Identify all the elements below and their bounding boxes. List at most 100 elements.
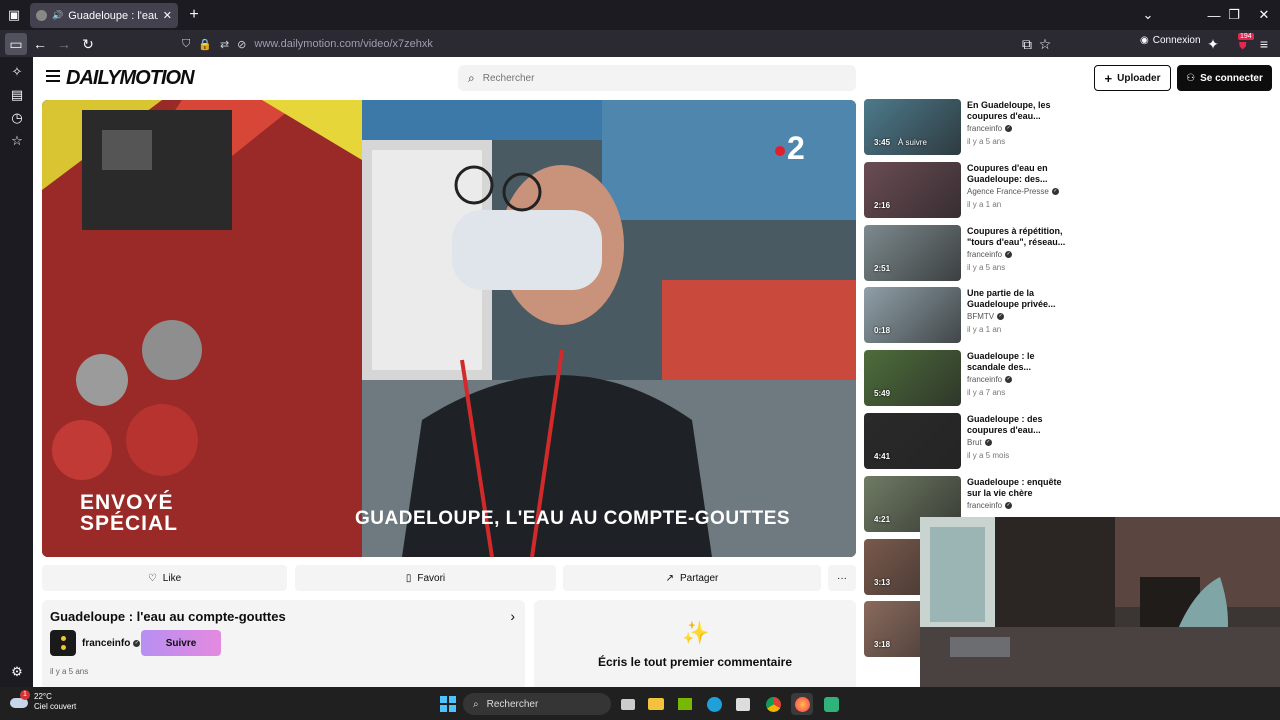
related-channel[interactable]: franceinfo ✓ bbox=[967, 250, 1013, 259]
permissions-icon[interactable]: ⇄ bbox=[220, 38, 229, 51]
channel-avatar[interactable] bbox=[50, 630, 76, 656]
reload-button[interactable]: ↻ bbox=[77, 33, 99, 55]
related-thumbnail[interactable]: 5:49 bbox=[864, 350, 961, 407]
close-tab-icon[interactable]: ✕ bbox=[163, 9, 172, 22]
shield-icon[interactable]: ⛉ bbox=[182, 38, 190, 51]
menu-icon[interactable]: ≡ bbox=[1253, 33, 1275, 55]
related-channel[interactable]: franceinfo ✓ bbox=[967, 501, 1013, 510]
related-channel[interactable]: BFMTV ✓ bbox=[967, 312, 1005, 321]
related-title[interactable]: En Guadeloupe, les coupures d'eau... bbox=[967, 100, 1072, 122]
related-title[interactable]: Coupures d'eau en Guadeloupe: des... bbox=[967, 163, 1072, 185]
related-title[interactable]: Guadeloupe : le scandale des... bbox=[967, 351, 1072, 373]
new-tab-button[interactable]: + bbox=[184, 5, 204, 25]
nvidia-icon[interactable] bbox=[674, 693, 696, 715]
upload-button[interactable]: + Uploader bbox=[1094, 65, 1171, 91]
browser-tab-active[interactable]: 🔊 Guadeloupe : l'eau au compte-gouttes ✕ bbox=[30, 3, 178, 28]
edge-icon[interactable] bbox=[703, 693, 725, 715]
ublock-extension-icon[interactable]: 194 ⛊ bbox=[1236, 33, 1254, 52]
firefox-icon[interactable] bbox=[791, 693, 813, 715]
list-all-tabs-icon[interactable]: ⌄ bbox=[1128, 0, 1168, 30]
related-title[interactable]: Une partie de la Guadeloupe privée... bbox=[967, 288, 1072, 310]
file-explorer-icon[interactable] bbox=[645, 693, 667, 715]
windows-start-icon[interactable] bbox=[437, 693, 459, 715]
related-thumbnail[interactable]: 2:16 bbox=[864, 161, 961, 218]
synced-tabs-icon[interactable]: ▤ bbox=[6, 84, 28, 106]
back-button[interactable]: ← bbox=[29, 33, 51, 55]
related-title[interactable]: Guadeloupe : enquête sur la vie chère bbox=[967, 477, 1072, 499]
related-video-item[interactable]: 2:51 Coupures à répétition, "tours d'eau"… bbox=[864, 224, 1074, 281]
weather-widget[interactable]: 1 22°C Ciel couvert bbox=[10, 690, 77, 712]
forward-button[interactable]: → bbox=[53, 33, 75, 55]
related-video-item[interactable]: 0:18 Une partie de la Guadeloupe privée..… bbox=[864, 287, 1074, 344]
related-channel[interactable]: Brut ✓ bbox=[967, 438, 992, 447]
search-icon: ⌕ bbox=[473, 698, 479, 710]
related-channel[interactable]: franceinfo ✓ bbox=[967, 124, 1013, 133]
address-bar[interactable]: ⛉ 🔒 ⇄ ⊘ www.dailymotion.com/video/x7zehx… bbox=[176, 33, 1056, 55]
extensions-icon[interactable]: ✦ bbox=[1202, 33, 1224, 55]
sidebar-toggle-icon[interactable]: ▭ bbox=[5, 33, 27, 55]
related-title[interactable]: Coupures à répétition, "tours d'eau", ré… bbox=[967, 226, 1072, 248]
related-video-item[interactable]: 4:41 Guadeloupe : des coupures d'eau... Br… bbox=[864, 413, 1074, 469]
more-options-button[interactable]: ··· bbox=[828, 565, 856, 591]
browser-nav-bar: ▭ ← → ↻ ⛉ 🔒 ⇄ ⊘ www.dailymotion.com/vide… bbox=[0, 30, 1280, 57]
video-info-card: Guadeloupe : l'eau au compte-gouttes › f… bbox=[42, 600, 525, 687]
audio-playing-icon[interactable]: 🔊 bbox=[52, 10, 63, 21]
related-video-item[interactable]: 5:49 Guadeloupe : le scandale des... franc… bbox=[864, 350, 1074, 407]
related-channel[interactable]: Agence France-Presse ✓ bbox=[967, 187, 1059, 196]
tab-list-icon[interactable]: ▣ bbox=[0, 0, 28, 30]
dailymotion-logo[interactable]: DAILYMOTION bbox=[66, 67, 195, 90]
verified-icon: ✓ bbox=[133, 640, 141, 647]
browser-tab-bar: ▣ 🔊 Guadeloupe : l'eau au compte-gouttes… bbox=[0, 0, 1280, 30]
related-age: il y a 7 ans bbox=[967, 388, 1006, 398]
task-view-icon[interactable] bbox=[617, 693, 639, 715]
history-icon[interactable]: ◷ bbox=[6, 107, 28, 129]
video-player[interactable]: 2 ENVOYÉ SPÉCIAL GUADELOUPE, L'EAU AU CO… bbox=[42, 100, 856, 557]
video-title-overlay: GUADELOUPE, L'EAU AU COMPTE-GOUTTES bbox=[355, 508, 791, 529]
taskbar-search[interactable]: ⌕ Rechercher bbox=[463, 693, 611, 715]
related-age: il y a 1 an bbox=[967, 325, 1002, 335]
heart-icon: ♡ bbox=[147, 572, 157, 584]
related-thumbnail[interactable]: 2:51 bbox=[864, 224, 961, 281]
bookmark-star-icon[interactable]: ☆ bbox=[1034, 33, 1056, 55]
more-icon: ··· bbox=[837, 572, 847, 584]
hamburger-menu-icon[interactable] bbox=[46, 70, 60, 82]
close-window-button[interactable]: ✕ bbox=[1244, 0, 1280, 30]
site-search-input[interactable] bbox=[482, 72, 823, 84]
site-search-bar[interactable]: ⌕ bbox=[458, 65, 856, 91]
first-comment-prompt[interactable]: Écris le tout premier commentaire bbox=[534, 655, 856, 669]
ai-chatbot-icon[interactable]: ✧ bbox=[6, 61, 28, 83]
related-thumbnail[interactable]: 3:45 À suivre bbox=[864, 99, 961, 155]
channel-name[interactable]: franceinfo ✓ bbox=[82, 638, 141, 649]
share-button[interactable]: ↗ Partager bbox=[563, 565, 821, 591]
site-header: DAILYMOTION ⌕ + Uploader ⚇ Se connecter bbox=[33, 57, 1280, 99]
login-button[interactable]: ⚇ Se connecter bbox=[1177, 65, 1272, 91]
weather-condition: Ciel couvert bbox=[34, 702, 77, 711]
favorite-button[interactable]: ▯ Favori bbox=[295, 565, 556, 591]
blocked-autoplay-icon[interactable]: ⊘ bbox=[237, 38, 246, 51]
duration-badge: 2:51 bbox=[874, 263, 891, 273]
related-title[interactable]: Guadeloupe : des coupures d'eau... bbox=[967, 414, 1072, 436]
related-channel[interactable]: franceinfo ✓ bbox=[967, 375, 1013, 384]
notification-badge: 1 bbox=[20, 690, 30, 700]
follow-button[interactable]: Suivre bbox=[141, 630, 221, 656]
chevron-right-icon[interactable]: › bbox=[510, 608, 515, 624]
up-next-label: À suivre bbox=[898, 138, 927, 147]
bookmark-icon: ▯ bbox=[405, 572, 412, 584]
related-thumbnail[interactable]: 0:18 bbox=[864, 287, 961, 344]
related-video-item[interactable]: 2:16 Coupures d'eau en Guadeloupe: des...… bbox=[864, 161, 1074, 218]
like-button[interactable]: ♡ Like bbox=[42, 565, 287, 591]
url-text[interactable]: www.dailymotion.com/video/x7zehxk bbox=[254, 38, 433, 50]
plus-icon: + bbox=[1104, 70, 1113, 86]
account-button[interactable]: ◉ Connexion bbox=[1140, 35, 1201, 46]
related-video-item[interactable]: 3:45 À suivre En Guadeloupe, les coupures … bbox=[864, 99, 1074, 155]
store-icon[interactable] bbox=[732, 693, 754, 715]
show-name-overlay: ENVOYÉ SPÉCIAL bbox=[80, 491, 179, 535]
related-thumbnail[interactable]: 4:41 bbox=[864, 413, 961, 469]
app-icon[interactable] bbox=[820, 693, 842, 715]
bookmarks-icon[interactable]: ☆ bbox=[6, 130, 28, 152]
windows-taskbar: 1 22°C Ciel couvert ⌕ Rechercher bbox=[0, 687, 1280, 720]
related-age: il y a 1 an bbox=[967, 199, 1002, 209]
lock-icon[interactable]: 🔒 bbox=[198, 38, 212, 51]
sidebar-settings-icon[interactable]: ⚙ bbox=[6, 661, 28, 683]
chrome-icon[interactable] bbox=[762, 693, 784, 715]
